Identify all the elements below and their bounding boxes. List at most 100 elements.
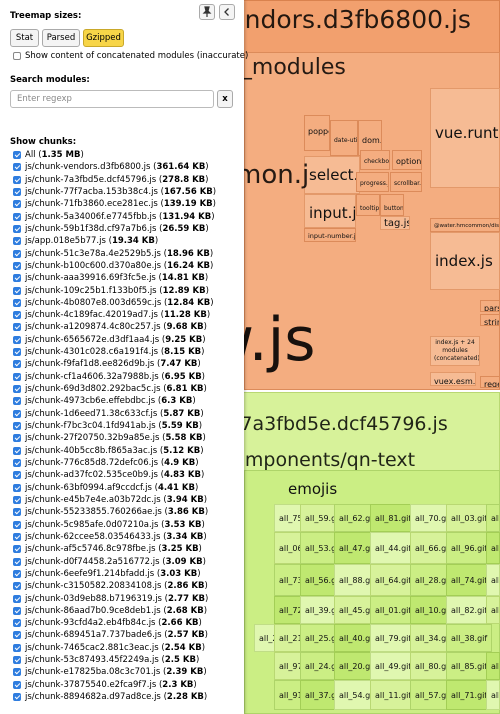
chunk-label: js/chunk-71fb3860.ece281ec.js (139.19 KB… [25,199,216,210]
treemap-tile[interactable]: tooltip.js [356,194,380,216]
chunk-checkbox[interactable] [13,643,21,652]
treemap-tile[interactable]: date-util.js [330,120,358,156]
treemap-tile[interactable]: vuex.esm.js [430,372,476,386]
chunk-checkbox[interactable] [13,569,21,578]
chunk-checkbox[interactable] [13,619,21,628]
chunk-checkbox[interactable] [13,520,21,529]
chunk-name: js/chunk-03d9eb88.b7196319.js [25,593,162,604]
chunk-name: js/chunk-8894682a.d97ad8ce.js [25,692,161,703]
treemap-tile-gif[interactable]: all_63 [486,504,500,532]
chunk-label: js/chunk-b100c600.d370a80e.js (16.24 KB) [25,260,214,271]
chunk-checkbox[interactable] [13,360,21,369]
treemap-tile[interactable]: input.js [304,194,356,228]
concatenated-checkbox[interactable] [13,52,21,60]
chunk-checkbox[interactable] [13,200,21,209]
treemap-tile[interactable]: index.js + 24 modules (concatenated) [430,336,480,366]
chunk-checkbox[interactable] [13,409,21,418]
treemap-tile[interactable]: select.js [304,156,360,194]
chunk-checkbox[interactable] [13,594,21,603]
chunk-checkbox[interactable] [13,446,21,455]
treemap-tile[interactable]: @water.hmcommon/dist [430,218,500,232]
treemap-tile[interactable]: progress.js [356,172,389,192]
treemap-tile-gif[interactable]: all_87.gif [486,652,500,680]
chunk-checkbox[interactable] [13,508,21,517]
treemap-tile[interactable]: vue.runtim [430,88,500,188]
chunk-label: js/chunk-7a3fbd5e.dcf45796.js (278.8 KB) [25,174,209,185]
chunk-checkbox[interactable] [13,606,21,615]
chunk-checkbox[interactable] [13,385,21,394]
treemap-tile[interactable]: popper.js [304,115,330,151]
chunk-checkbox[interactable] [13,163,21,172]
chunk-checkbox[interactable] [13,668,21,677]
chunk-label: js/chunk-93cfd4a2.eb4fb84c.js (2.66 KB) [25,618,202,629]
chunk-checkbox[interactable] [13,212,21,221]
chunk-checkbox[interactable] [13,532,21,541]
size-button-gzipped[interactable]: Gzipped [83,29,124,47]
treemap-tile[interactable]: index.js [430,232,500,290]
chunk-checkbox[interactable] [13,286,21,295]
chunk-checkbox[interactable] [13,311,21,320]
search-input[interactable] [10,90,214,108]
treemap-tile[interactable]: option.js [392,150,422,170]
pin-button[interactable] [199,4,215,20]
treemap-tile[interactable]: scrollbar.js [390,172,422,192]
chunk-checkbox[interactable] [13,582,21,591]
chunk-size: 2.54 KB [164,642,202,653]
chunk-checkbox[interactable] [13,372,21,381]
chunk-size: 3.94 KB [166,494,204,505]
chunk-checkbox[interactable] [13,237,21,246]
treemap-tile-gif[interactable]: all_12 [486,596,500,624]
chunk-label: js/chunk-4c189fac.42019ad7.js (11.28 KB) [25,310,211,321]
treemap-tile-gif[interactable]: all_55 [486,564,500,596]
chunk-checkbox[interactable] [13,422,21,431]
chunk-checkbox[interactable] [13,631,21,640]
chunk-checkbox[interactable] [13,459,21,467]
size-button-stat[interactable]: Stat [10,29,39,47]
treemap-tile[interactable]: parse [480,300,500,312]
chunk-checkbox[interactable] [13,471,21,480]
chunk-size: 9.25 KB [165,334,203,345]
search-modules-label: Search modules: [10,75,90,85]
treemap-tile[interactable]: tag.js [380,216,410,230]
chunk-checkbox[interactable] [13,483,21,492]
chunk-checkbox[interactable] [13,693,21,702]
treemap-tile-gif[interactable]: all_38.gif [446,624,492,652]
treemap-tile[interactable]: button.js [380,194,404,216]
treemap-tile[interactable]: regenera [480,376,500,388]
chunk-name: js/app.018e5b77.js [25,236,106,247]
chunk-checkbox[interactable] [13,261,21,270]
chunk-checkbox[interactable] [13,335,21,344]
chunk-checkbox[interactable] [13,397,21,406]
chunk-checkbox[interactable] [13,187,21,196]
treemap-tile-gif[interactable]: all_48 [486,532,500,564]
treemap-tile[interactable]: checkbox.js [360,150,390,170]
chunk-checkbox[interactable] [13,557,21,566]
chunk-name: js/chunk-51c3e78a.4e2529b5.js [25,248,161,259]
chunk-checkbox[interactable] [13,151,21,159]
chunk-checkbox[interactable] [13,298,21,307]
chunk-checkbox[interactable] [13,348,21,357]
chunk-checkbox[interactable] [13,434,21,443]
chunk-size: 8.15 KB [164,347,202,358]
chunk-checkbox[interactable] [13,680,21,689]
chunk-label: js/chunk-e45b7e4e.a03b72dc.js (3.94 KB) [25,494,208,505]
collapse-sidebar-button[interactable] [219,4,235,20]
treemap-tile[interactable]: stringif [480,314,500,326]
chunk-checkbox[interactable] [13,656,21,665]
clear-search-button[interactable]: x [217,90,233,108]
chunk-checkbox[interactable] [13,175,21,184]
treemap-tile[interactable]: input-number.js [304,228,356,242]
chunk-label: js/chunk-27f20750.32b9a85e.js (5.58 KB) [25,433,206,444]
chunk-name: js/chunk-109c25b1.f133b0f5.js [25,285,157,296]
chunk-size: 5.59 KB [161,421,199,432]
chunk-checkbox[interactable] [13,495,21,504]
chunk-checkbox[interactable] [13,274,21,283]
chunk-checkbox[interactable] [13,224,21,233]
chunk-checkbox[interactable] [13,545,21,554]
size-button-parsed[interactable]: Parsed [42,29,80,47]
chunk-name: js/chunk-71fb3860.ece281ec.js [25,199,158,210]
chunk-checkbox[interactable] [13,249,21,258]
chunk-checkbox[interactable] [13,323,21,332]
chunk-name: js/chunk-4301c028.c6a191f4.js [25,347,159,358]
treemap-tile-gif[interactable]: all_90.gif [486,680,500,710]
